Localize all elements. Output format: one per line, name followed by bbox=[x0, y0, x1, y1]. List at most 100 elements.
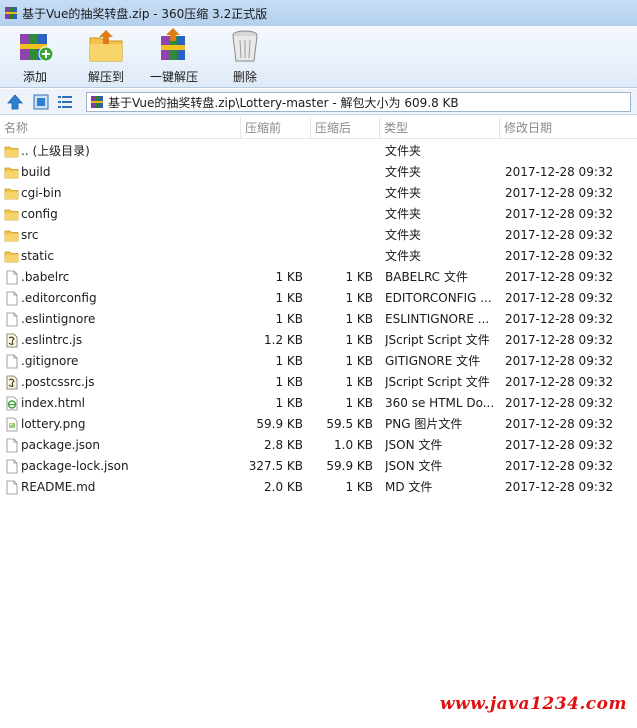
file-row[interactable]: static 文件夹 2017-12-28 09:32 bbox=[0, 246, 637, 267]
file-packed-size: 1 KB bbox=[345, 396, 373, 410]
column-name[interactable]: 名称 bbox=[0, 117, 240, 139]
one-click-extract-label: 一键解压 bbox=[149, 70, 198, 84]
file-modified-date: 2017-12-28 09:32 bbox=[505, 438, 614, 452]
html-file-icon bbox=[6, 396, 18, 411]
file-icon bbox=[6, 480, 18, 495]
file-packed-size: 1 KB bbox=[345, 354, 373, 368]
file-size: 2.0 KB bbox=[264, 480, 303, 494]
column-type[interactable]: 类型 bbox=[379, 117, 499, 139]
up-arrow-icon[interactable] bbox=[6, 93, 24, 111]
file-name: index.html bbox=[21, 396, 85, 410]
file-name: static bbox=[21, 249, 54, 263]
extract-to-button[interactable]: 解压到 bbox=[76, 28, 136, 86]
file-name: .babelrc bbox=[21, 270, 70, 284]
column-modified[interactable]: 修改日期 bbox=[499, 117, 619, 139]
file-modified-date: 2017-12-28 09:32 bbox=[505, 270, 614, 284]
file-size: 1 KB bbox=[275, 375, 303, 389]
file-modified-date: 2017-12-28 09:32 bbox=[505, 186, 614, 200]
file-name: .. (上级目录) bbox=[21, 144, 90, 158]
file-name: package.json bbox=[21, 438, 101, 452]
file-name: lottery.png bbox=[21, 417, 86, 431]
file-size: 1 KB bbox=[275, 396, 303, 410]
file-name: .gitignore bbox=[21, 354, 79, 368]
folder-icon bbox=[4, 188, 19, 200]
file-row[interactable]: lottery.png 59.9 KB 59.5 KB PNG 图片文件 2017-12… bbox=[0, 414, 637, 435]
large-icons-view-icon[interactable] bbox=[32, 93, 50, 111]
file-type: MD 文件 bbox=[385, 480, 433, 494]
file-type: ESLINTIGNORE ... bbox=[385, 312, 490, 326]
file-name: .eslintignore bbox=[21, 312, 96, 326]
file-modified-date: 2017-12-28 09:32 bbox=[505, 396, 614, 410]
file-type: 文件夹 bbox=[385, 207, 422, 221]
file-type: JScript Script 文件 bbox=[385, 375, 490, 389]
file-type: JSON 文件 bbox=[385, 459, 443, 473]
column-packed[interactable]: 压缩后 bbox=[310, 117, 379, 139]
file-name: .editorconfig bbox=[21, 291, 97, 305]
file-name: README.md bbox=[21, 480, 96, 494]
address-path: 基于Vue的抽奖转盘.zip\Lottery-master - 解包大小为 60… bbox=[108, 95, 459, 110]
file-row[interactable]: README.md 2.0 KB 1 KB MD 文件 2017-12-28 09:32 bbox=[0, 477, 637, 498]
folder-up-icon bbox=[4, 146, 19, 158]
file-name: package-lock.json bbox=[21, 459, 129, 473]
file-type: JSON 文件 bbox=[385, 438, 443, 452]
file-type: 文件夹 bbox=[385, 144, 422, 158]
file-packed-size: 59.9 KB bbox=[326, 459, 373, 473]
file-row[interactable]: .. (上级目录) 文件夹 bbox=[0, 141, 637, 162]
file-modified-date: 2017-12-28 09:32 bbox=[505, 207, 614, 221]
file-row[interactable]: .eslintrc.js 1.2 KB 1 KB JScript Script 文件 2… bbox=[0, 330, 637, 351]
file-packed-size: 1 KB bbox=[345, 270, 373, 284]
file-row[interactable]: .eslintignore 1 KB 1 KB ESLINTIGNORE ... 201… bbox=[0, 309, 637, 330]
file-packed-size: 1 KB bbox=[345, 291, 373, 305]
file-row[interactable]: .babelrc 1 KB 1 KB BABELRC 文件 2017-12-28 09:… bbox=[0, 267, 637, 288]
file-row[interactable]: build 文件夹 2017-12-28 09:32 bbox=[0, 162, 637, 183]
file-type: 文件夹 bbox=[385, 228, 422, 242]
folder-icon bbox=[4, 251, 19, 263]
file-row[interactable]: cgi-bin 文件夹 2017-12-28 09:32 bbox=[0, 183, 637, 204]
one-click-extract-button[interactable]: 一键解压 bbox=[144, 28, 204, 86]
file-row[interactable]: .gitignore 1 KB 1 KB GITIGNORE 文件 2017-12-28… bbox=[0, 351, 637, 372]
file-row[interactable]: index.html 1 KB 1 KB 360 se HTML Do... 2017-… bbox=[0, 393, 637, 414]
file-row[interactable]: .editorconfig 1 KB 1 KB EDITORCONFIG ... 201… bbox=[0, 288, 637, 309]
one-click-extract-icon bbox=[161, 28, 185, 60]
file-row[interactable]: package-lock.json 327.5 KB 59.9 KB JSON 文件 2… bbox=[0, 456, 637, 477]
file-icon bbox=[6, 291, 18, 306]
delete-button[interactable]: 删除 bbox=[215, 28, 275, 86]
file-row[interactable]: src 文件夹 2017-12-28 09:32 bbox=[0, 225, 637, 246]
folder-icon bbox=[4, 209, 19, 221]
file-type: GITIGNORE 文件 bbox=[385, 354, 481, 368]
file-icon bbox=[6, 459, 18, 474]
file-size: 1 KB bbox=[275, 270, 303, 284]
file-packed-size: 59.5 KB bbox=[326, 417, 373, 431]
column-header: 名称 压缩前 压缩后 类型 修改日期 bbox=[0, 117, 637, 139]
file-packed-size: 1 KB bbox=[345, 480, 373, 494]
file-size: 2.8 KB bbox=[264, 438, 303, 452]
file-row[interactable]: package.json 2.8 KB 1.0 KB JSON 文件 2017-12-2… bbox=[0, 435, 637, 456]
toolbar: 添加 解压到 一键解压 删除 bbox=[0, 26, 637, 88]
file-row[interactable]: .postcssrc.js 1 KB 1 KB JScript Script 文件 20… bbox=[0, 372, 637, 393]
column-size[interactable]: 压缩前 bbox=[240, 117, 310, 139]
file-modified-date: 2017-12-28 09:32 bbox=[505, 165, 614, 179]
file-name: .eslintrc.js bbox=[21, 333, 83, 347]
image-file-icon bbox=[6, 417, 18, 432]
file-size: 1.2 KB bbox=[264, 333, 303, 347]
file-size: 1 KB bbox=[275, 354, 303, 368]
file-size: 1 KB bbox=[275, 291, 303, 305]
file-row[interactable]: config 文件夹 2017-12-28 09:32 bbox=[0, 204, 637, 225]
add-label: 添加 bbox=[22, 70, 47, 84]
file-type: 文件夹 bbox=[385, 249, 422, 263]
file-type: EDITORCONFIG ... bbox=[385, 291, 492, 305]
add-archive-icon bbox=[20, 34, 54, 62]
add-button[interactable]: 添加 bbox=[5, 28, 65, 86]
extract-to-label: 解压到 bbox=[87, 70, 124, 84]
trash-icon bbox=[232, 30, 258, 62]
file-size: 327.5 KB bbox=[248, 459, 303, 473]
address-field[interactable]: 基于Vue的抽奖转盘.zip\Lottery-master - 解包大小为 60… bbox=[86, 92, 631, 112]
file-icon bbox=[6, 312, 18, 327]
title-bar: 基于Vue的抽奖转盘.zip - 360压缩 3.2正式版 bbox=[0, 0, 637, 26]
file-name: cgi-bin bbox=[21, 186, 62, 200]
zip-archive-icon bbox=[91, 96, 103, 108]
delete-label: 删除 bbox=[232, 70, 257, 84]
script-file-icon bbox=[6, 375, 18, 390]
folder-icon bbox=[4, 230, 19, 242]
details-view-icon[interactable] bbox=[56, 93, 74, 111]
